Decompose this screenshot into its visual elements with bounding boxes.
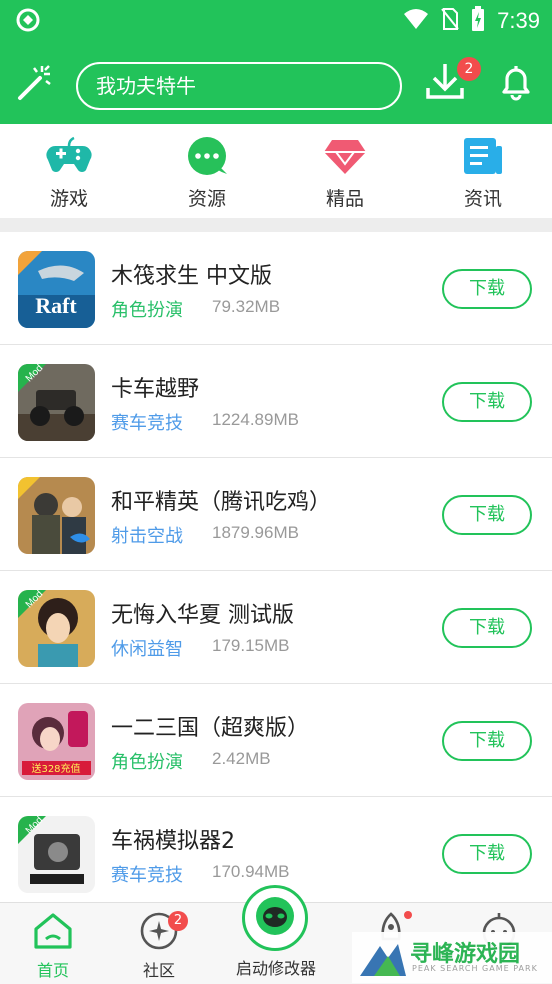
category-bar: 游戏 资源 精品 资讯: [0, 124, 552, 218]
app-name: 车祸模拟器2: [111, 829, 235, 854]
app-size: 79.32MB: [212, 297, 281, 316]
app-size: 170.94MB: [212, 862, 290, 881]
nav-home-label: 首页: [36, 961, 69, 980]
news-icon: [462, 136, 504, 180]
list-item[interactable]: Mod 卡车越野 赛车竞技 1224.89MB 下载: [0, 345, 552, 458]
app-genre: 角色扮演: [111, 752, 183, 773]
app-thumbnail-raft[interactable]: Raft: [18, 251, 95, 328]
app-thumbnail-truck[interactable]: Mod: [18, 364, 95, 441]
clock: 7:39: [497, 8, 540, 33]
gamepad-icon: [46, 136, 92, 180]
search-input[interactable]: 我功夫特牛: [76, 62, 402, 110]
top-bar: 我功夫特牛 2: [0, 40, 552, 124]
category-news[interactable]: 资讯: [414, 124, 552, 218]
download-count-badge: 2: [457, 57, 481, 81]
download-button[interactable]: 下载: [442, 608, 532, 648]
app-size: 1879.96MB: [212, 523, 299, 542]
rocket-notification-dot: [404, 911, 412, 919]
list-item[interactable]: Raft 木筏求生 中文版 角色扮演 79.32MB 下载: [0, 232, 552, 345]
nav-home[interactable]: 首页: [8, 903, 98, 981]
watermark-logo-icon: [360, 944, 406, 976]
category-premium[interactable]: 精品: [276, 124, 414, 218]
no-sim-icon: [441, 7, 459, 35]
app-name: 无悔入华夏 测试版: [111, 603, 294, 628]
magic-wand-icon[interactable]: [14, 62, 54, 106]
section-divider: [0, 218, 552, 232]
app-genre: 赛车竞技: [111, 865, 183, 886]
download-button[interactable]: 下载: [442, 382, 532, 422]
community-badge: 2: [168, 911, 188, 931]
app-name: 和平精英（腾讯吃鸡）: [111, 490, 332, 515]
category-resources-label: 资源: [187, 188, 226, 210]
download-button[interactable]: 下载: [442, 721, 532, 761]
raft-logo-text: Raft: [35, 293, 77, 318]
app-thumbnail-pubg[interactable]: [18, 477, 95, 554]
alien-face-icon: [254, 895, 296, 941]
category-news-label: 资讯: [463, 188, 502, 210]
app-size: 1224.89MB: [212, 410, 299, 429]
download-button[interactable]: 下载: [442, 834, 532, 874]
diamond-icon: [322, 136, 368, 180]
app-thumbnail-sanguo[interactable]: 送328充值: [18, 703, 95, 780]
chat-dots-icon: [185, 136, 229, 180]
app-thumbnail-crash[interactable]: Mod: [18, 816, 95, 893]
app-genre: 休闲益智: [111, 639, 183, 660]
list-item[interactable]: Mod 无悔入华夏 测试版 休闲益智 179.15MB 下载: [0, 571, 552, 684]
download-button[interactable]: 下载: [442, 269, 532, 309]
category-games[interactable]: 游戏: [0, 124, 138, 218]
nav-launcher[interactable]: 启动修改器: [230, 955, 322, 979]
category-resources[interactable]: 资源: [138, 124, 276, 218]
app-notification-icon: [16, 8, 40, 36]
app-size: 179.15MB: [212, 636, 290, 655]
app-genre: 射击空战: [111, 526, 183, 547]
nav-community[interactable]: 社区: [114, 903, 204, 981]
home-icon: [8, 911, 98, 955]
nav-launcher-label: 启动修改器: [235, 959, 316, 978]
bell-icon[interactable]: [496, 62, 536, 106]
download-button[interactable]: 下载: [442, 495, 532, 535]
category-games-label: 游戏: [49, 188, 88, 210]
list-item[interactable]: 和平精英（腾讯吃鸡） 射击空战 1879.96MB 下载: [0, 458, 552, 571]
category-premium-label: 精品: [325, 188, 364, 210]
launcher-button[interactable]: [242, 885, 308, 951]
app-thumbnail-huaxia[interactable]: Mod: [18, 590, 95, 667]
app-name: 卡车越野: [111, 377, 200, 402]
watermark: 寻峰游戏园 PEAK SEARCH GAME PARK: [352, 932, 552, 983]
app-name: 一二三国（超爽版）: [111, 716, 310, 741]
battery-charging-icon: [471, 6, 485, 36]
community-icon: [114, 911, 204, 955]
nav-community-label: 社区: [142, 961, 175, 980]
status-bar: 7:39: [0, 0, 552, 40]
wifi-icon: [403, 8, 429, 34]
watermark-subtitle: PEAK SEARCH GAME PARK: [412, 964, 538, 973]
app-genre: 赛车竞技: [111, 413, 183, 434]
app-size: 2.42MB: [212, 749, 271, 768]
recharge-text: 送328充值: [31, 762, 80, 775]
app-genre: 角色扮演: [111, 300, 183, 321]
app-list: Raft 木筏求生 中文版 角色扮演 79.32MB 下载 Mod 卡车越野 赛…: [0, 232, 552, 910]
list-item[interactable]: 送328充值 一二三国（超爽版） 角色扮演 2.42MB 下载: [0, 684, 552, 797]
app-name: 木筏求生 中文版: [111, 264, 272, 289]
